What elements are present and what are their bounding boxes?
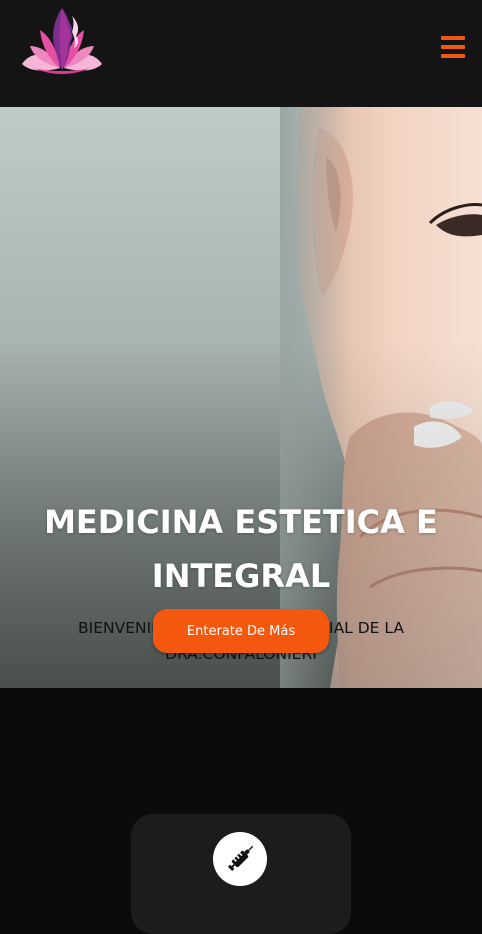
service-card[interactable] bbox=[131, 814, 351, 934]
learn-more-button[interactable]: Enterate De Más bbox=[153, 609, 329, 653]
service-icon-circle bbox=[213, 832, 267, 886]
syringe-icon bbox=[227, 845, 254, 872]
hamburger-menu-icon[interactable] bbox=[441, 36, 465, 60]
hero-banner: MEDICINA ESTETICA E INTEGRAL BIENVENIDOS… bbox=[0, 107, 482, 688]
site-header bbox=[0, 0, 482, 107]
hero-title: MEDICINA ESTETICA E INTEGRAL bbox=[44, 503, 438, 595]
lotus-face-logo[interactable] bbox=[20, 6, 104, 76]
